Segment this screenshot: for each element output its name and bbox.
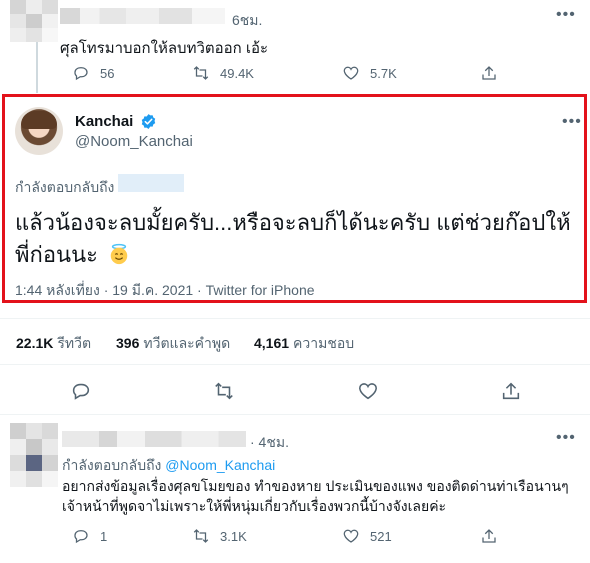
like-count: 5.7K <box>370 65 397 81</box>
retweet-icon <box>215 382 233 400</box>
reply-icon <box>72 383 90 400</box>
retweets-label: รีทวีต <box>57 335 92 351</box>
retweet-count: 3.1K <box>220 528 247 544</box>
tweet-timestamp[interactable]: 1:44 หลังเที่ยง · 19 มี.ค. 2021 · Twitte… <box>15 280 315 302</box>
share-button[interactable] <box>480 64 498 82</box>
likes-label: ความชอบ <box>293 335 355 351</box>
more-options-icon[interactable]: ••• <box>556 429 576 447</box>
reply-count: 56 <box>100 65 115 81</box>
reply-button[interactable]: 1 <box>72 527 107 545</box>
divider <box>0 414 590 415</box>
tweet-text-body: แล้วน้องจะลบมั้ยครับ...หรือจะลบก็ได้นะคร… <box>15 210 571 267</box>
highlighted-tweet[interactable]: Kanchai @Noom_Kanchai ••• กำลังตอบกลับถึ… <box>2 94 587 303</box>
tweet-time[interactable]: 6ชม. <box>232 10 262 32</box>
avatar[interactable] <box>15 107 63 155</box>
top-tweet[interactable]: 6ชม. ••• ศุลโทรมาบอกให้ลบทวิตออก เอ้ะ 56… <box>0 0 590 93</box>
tweet-time[interactable]: · 4ชม. <box>250 432 289 454</box>
retweet-count: 49.4K <box>220 65 254 81</box>
author-name[interactable]: Kanchai <box>75 113 133 130</box>
like-button[interactable] <box>357 380 379 402</box>
divider <box>0 364 590 365</box>
like-button[interactable]: 521 <box>342 527 392 545</box>
reply-icon <box>74 530 88 544</box>
retweets-count: 22.1K <box>16 335 54 351</box>
mention-link[interactable]: @Noom_Kanchai <box>165 457 275 473</box>
share-button[interactable] <box>500 380 522 402</box>
heart-icon <box>359 383 377 400</box>
quotes-count: 396 <box>116 335 140 351</box>
tweet-text: แล้วน้องจะลบมั้ยครับ...หรือจะลบก็ได้นะคร… <box>15 207 585 271</box>
retweets-stat[interactable]: 22.1K รีทวีต <box>16 333 91 355</box>
replied-user-pixelated[interactable] <box>118 174 184 192</box>
avatar-pixelated[interactable] <box>10 0 58 42</box>
reply-button[interactable] <box>70 380 92 402</box>
retweet-button[interactable] <box>213 380 235 402</box>
smiling-face-with-halo-icon <box>110 243 128 265</box>
quotes-label: ทวีตและคำพูด <box>143 335 231 351</box>
quotes-stat[interactable]: 396 ทวีตและคำพูด <box>116 333 230 355</box>
reply-count: 1 <box>100 528 108 544</box>
likes-stat[interactable]: 4,161 ความชอบ <box>254 333 354 355</box>
replying-to-label: กำลังตอบกลับถึง <box>15 179 115 195</box>
retweet-button[interactable]: 3.1K <box>192 527 247 545</box>
tweet-text: ศุลโทรมาบอกให้ลบทวิตออก เอ้ะ <box>60 40 269 57</box>
like-button[interactable]: 5.7K <box>342 64 397 82</box>
share-icon <box>482 66 496 80</box>
retweet-icon <box>193 529 209 543</box>
heart-icon <box>343 529 359 543</box>
author-name-pixelated[interactable] <box>62 431 246 447</box>
author-handle[interactable]: @Noom_Kanchai <box>75 133 193 150</box>
tweet-text: อยากส่งข้อมูลเรื่องศุลขโมยของ ทำของหาย ป… <box>62 476 582 516</box>
tweet-actions: 56 49.4K 5.7K <box>72 64 572 84</box>
retweet-icon <box>193 66 209 80</box>
retweet-button[interactable]: 49.4K <box>192 64 254 82</box>
share-button[interactable] <box>480 527 498 545</box>
share-icon <box>502 382 520 400</box>
reply-button[interactable]: 56 <box>72 64 114 82</box>
tweet-actions <box>70 380 570 404</box>
tweet-text-line: อยากส่งข้อมูลเรื่องศุลขโมยของ ทำของหาย ป… <box>62 478 569 494</box>
tweet-actions: 1 3.1K 521 <box>72 527 572 547</box>
heart-icon <box>343 66 359 80</box>
verified-badge-icon <box>141 114 156 129</box>
replying-to: กำลังตอบกลับถึง @Noom_Kanchai <box>62 455 275 477</box>
tweet-text-line: เจ้าหน้าที่พูดจาไม่เพราะให้พี่หนุ่มเกี่ย… <box>62 498 447 514</box>
author-name-pixelated[interactable] <box>60 8 225 24</box>
divider <box>0 318 590 319</box>
likes-count: 4,161 <box>254 335 290 351</box>
avatar-pixelated[interactable] <box>10 423 58 495</box>
more-options-icon[interactable]: ••• <box>562 113 582 131</box>
share-icon <box>482 529 496 543</box>
reply-icon <box>74 67 88 81</box>
thread-line <box>36 42 38 93</box>
like-count: 521 <box>370 528 392 544</box>
more-options-icon[interactable]: ••• <box>556 6 576 24</box>
replying-to-label: กำลังตอบกลับถึง <box>62 457 162 473</box>
